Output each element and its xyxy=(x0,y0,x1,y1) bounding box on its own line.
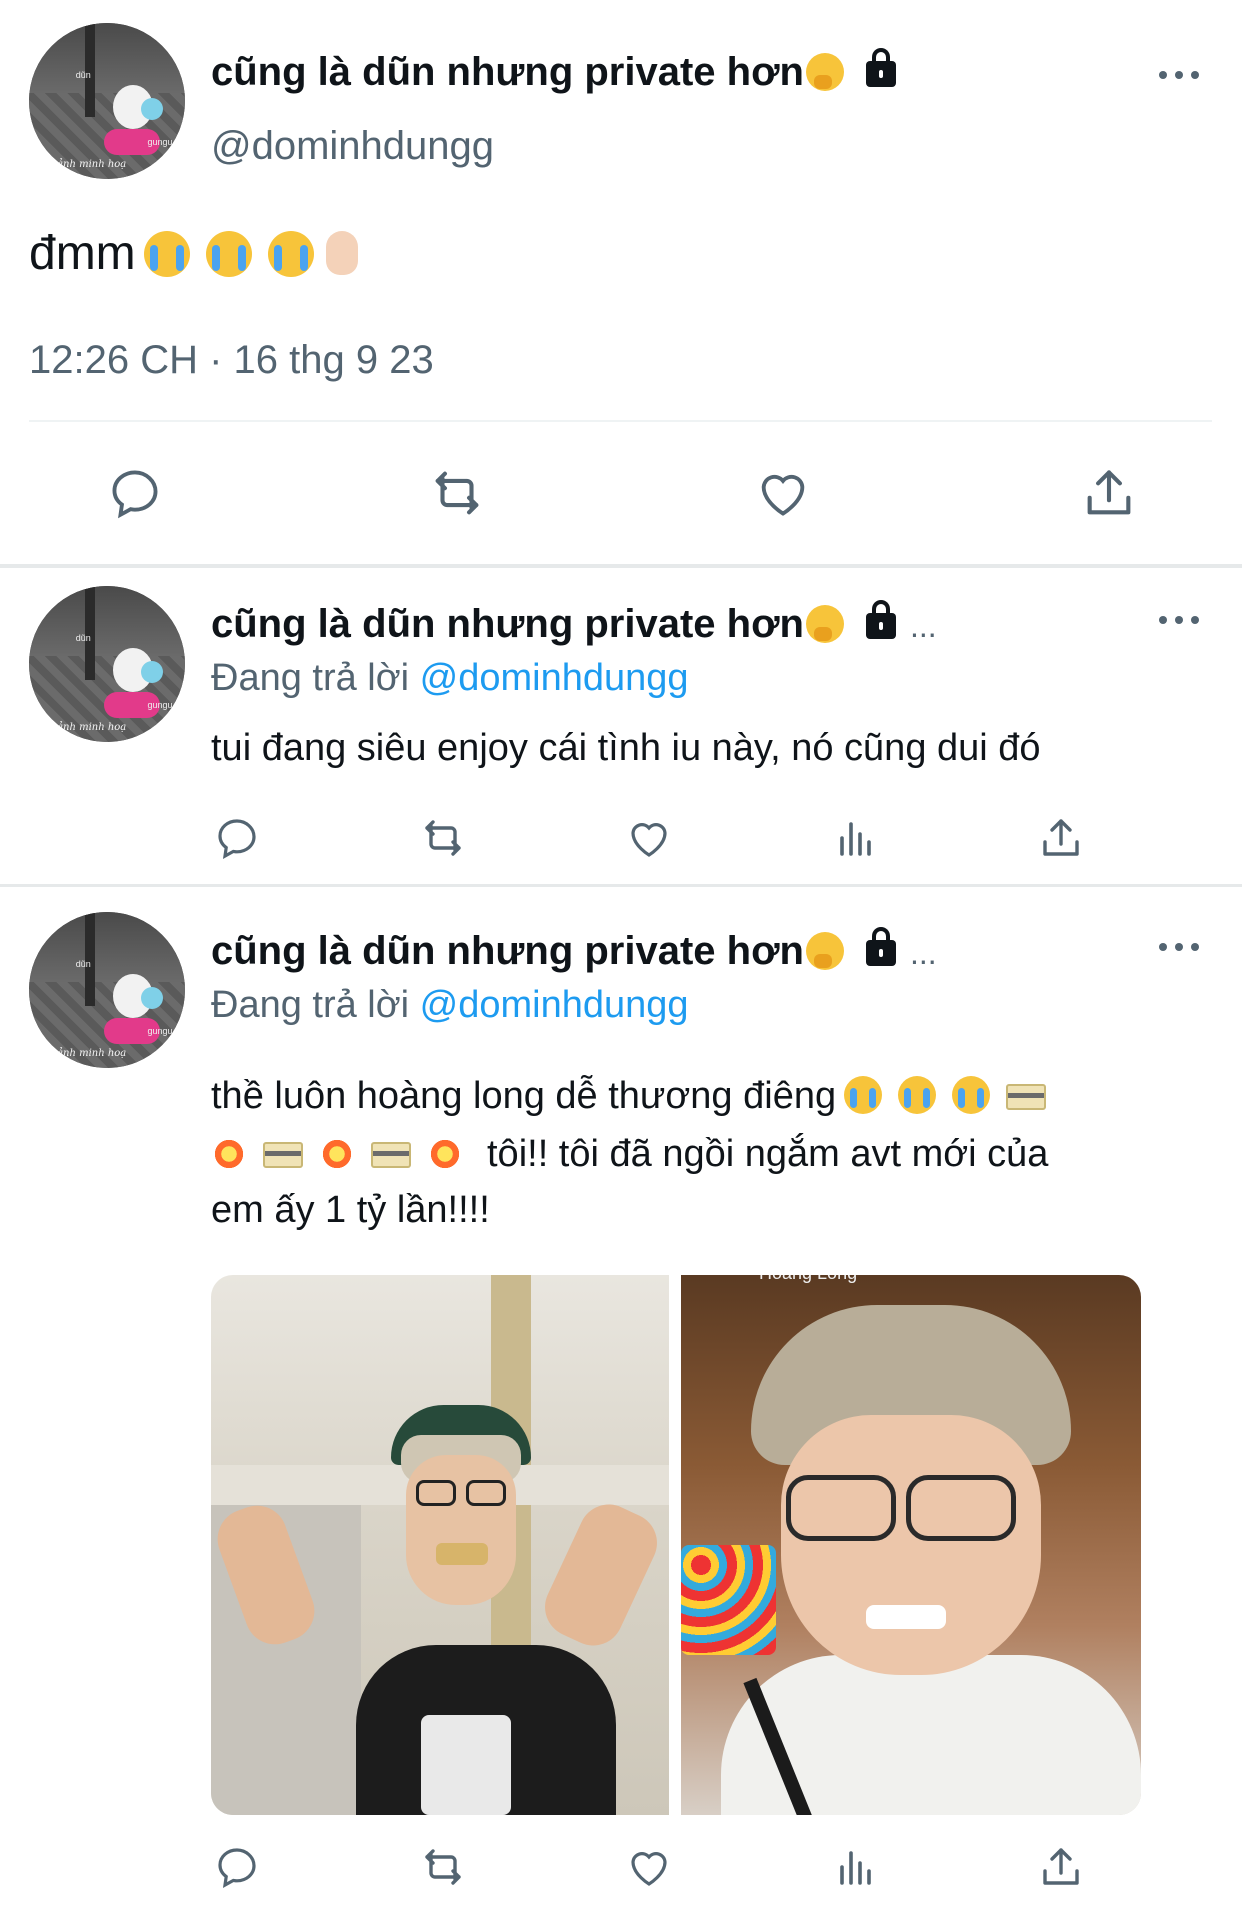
display-name[interactable]: cũng là dũn nhưng private hơn xyxy=(211,48,896,95)
reply-button[interactable] xyxy=(213,1843,261,1891)
reply-icon xyxy=(112,470,158,519)
more-icon[interactable] xyxy=(1159,941,1199,953)
thinking-emoji-icon xyxy=(805,53,844,91)
replying-to: Đang trả lời @dominhdungg xyxy=(211,984,689,1027)
avatar-label: gungu xyxy=(147,1025,173,1036)
credit-card-emoji-icon xyxy=(371,1142,411,1168)
display-name-text: cũng là dũn nhưng private hơn xyxy=(211,50,804,94)
replying-label: Đang trả lời xyxy=(211,984,410,1026)
loudly-crying-emoji-icon xyxy=(844,1076,883,1114)
thinking-emoji-icon xyxy=(805,605,844,643)
tweet-separator xyxy=(0,564,1242,568)
like-button[interactable] xyxy=(754,464,812,522)
reply-icon xyxy=(218,819,256,859)
replying-label: Đang trả lời xyxy=(211,657,410,699)
views-button[interactable] xyxy=(832,814,880,862)
tweet-text-line: tôi!! tôi đã ngồi ngắm avt mới của xyxy=(487,1133,1049,1175)
avatar-caption: ảnh minh hoạ xyxy=(57,158,127,170)
views-icon xyxy=(840,1851,871,1885)
tweet-text: tui đang siêu enjoy cái tình iu này, nó … xyxy=(211,727,1041,769)
mention-link[interactable]: @dominhdungg xyxy=(420,984,689,1026)
tweet-text-content: đmm xyxy=(29,227,136,280)
tweet-photo[interactable]: Hoang Long xyxy=(681,1275,1141,1815)
loudly-crying-emoji-icon xyxy=(267,231,314,277)
tweet-text: đmm xyxy=(29,226,358,281)
views-icon xyxy=(840,822,871,856)
reply-button[interactable] xyxy=(213,814,261,862)
retweet-icon xyxy=(425,820,461,856)
credit-card-emoji-icon xyxy=(1006,1084,1047,1110)
tweet-text: thề luôn hoàng long dễ thương điêng tôi!… xyxy=(211,1061,1201,1245)
name-ellipsis: ... xyxy=(909,935,937,971)
share-icon xyxy=(1043,1848,1079,1885)
retweet-icon xyxy=(425,1849,461,1885)
collision-emoji-icon xyxy=(319,1136,355,1172)
reply-button[interactable] xyxy=(106,464,164,522)
divider xyxy=(29,420,1212,422)
like-icon xyxy=(631,1852,667,1886)
retweet-icon xyxy=(435,471,479,515)
avatar-label: dũn xyxy=(75,632,91,643)
lock-icon xyxy=(865,600,896,639)
share-button[interactable] xyxy=(1037,1843,1085,1891)
mention-link[interactable]: @dominhdungg xyxy=(420,657,689,699)
avatar[interactable]: dũn gungu ảnh minh hoạ xyxy=(29,23,185,179)
tweet-separator xyxy=(0,884,1242,887)
replying-to: Đang trả lời @dominhdungg xyxy=(211,657,689,700)
handle[interactable]: @dominhdungg xyxy=(211,124,494,169)
lock-icon xyxy=(865,48,896,87)
avatar-caption: ảnh minh hoạ xyxy=(57,721,127,733)
collision-emoji-icon xyxy=(211,1136,247,1172)
share-button[interactable] xyxy=(1080,464,1138,522)
share-icon xyxy=(1043,819,1079,856)
like-icon xyxy=(761,474,805,516)
loudly-crying-emoji-icon xyxy=(898,1076,937,1114)
views-button[interactable] xyxy=(832,1843,880,1891)
display-name-text: cũng là dũn nhưng private hơn xyxy=(211,602,804,646)
collision-emoji-icon xyxy=(427,1136,463,1172)
avatar-label: gungu xyxy=(147,136,173,147)
hand-emoji-icon xyxy=(325,231,358,275)
retweet-button[interactable] xyxy=(415,814,471,862)
avatar[interactable]: dũn gungu ảnh minh hoạ xyxy=(29,586,185,742)
credit-card-emoji-icon xyxy=(263,1142,303,1168)
name-ellipsis: ... xyxy=(909,608,937,644)
avatar[interactable]: dũn gungu ảnh minh hoạ xyxy=(29,912,185,1068)
display-name[interactable]: cũng là dũn nhưng private hơn... xyxy=(211,927,937,974)
retweet-button[interactable] xyxy=(424,464,490,522)
more-icon[interactable] xyxy=(1159,69,1199,81)
thinking-emoji-icon xyxy=(805,932,844,970)
avatar-label: gungu xyxy=(147,699,173,710)
tweet-photo[interactable] xyxy=(211,1275,669,1815)
loudly-crying-emoji-icon xyxy=(205,231,252,277)
more-icon[interactable] xyxy=(1159,614,1199,626)
loudly-crying-emoji-icon xyxy=(952,1076,991,1114)
display-name-text: cũng là dũn nhưng private hơn xyxy=(211,929,804,973)
photo-caption: Hoang Long xyxy=(759,1275,857,1284)
loudly-crying-emoji-icon xyxy=(143,231,190,277)
share-icon xyxy=(1087,470,1131,515)
timestamp[interactable]: 12:26 CH · 16 thg 9 23 xyxy=(29,338,434,383)
like-icon xyxy=(631,823,667,857)
reply-icon xyxy=(218,1848,256,1888)
avatar-caption: ảnh minh hoạ xyxy=(57,1047,127,1059)
like-button[interactable] xyxy=(625,814,673,862)
tweet-text-line: thề luôn hoàng long dễ thương điêng xyxy=(211,1075,837,1117)
display-name[interactable]: cũng là dũn nhưng private hơn... xyxy=(211,600,937,647)
retweet-button[interactable] xyxy=(415,1843,471,1891)
avatar-label: dũn xyxy=(75,69,91,80)
lock-icon xyxy=(865,927,896,966)
share-button[interactable] xyxy=(1037,814,1085,862)
avatar-label: dũn xyxy=(75,958,91,969)
like-button[interactable] xyxy=(625,1843,673,1891)
